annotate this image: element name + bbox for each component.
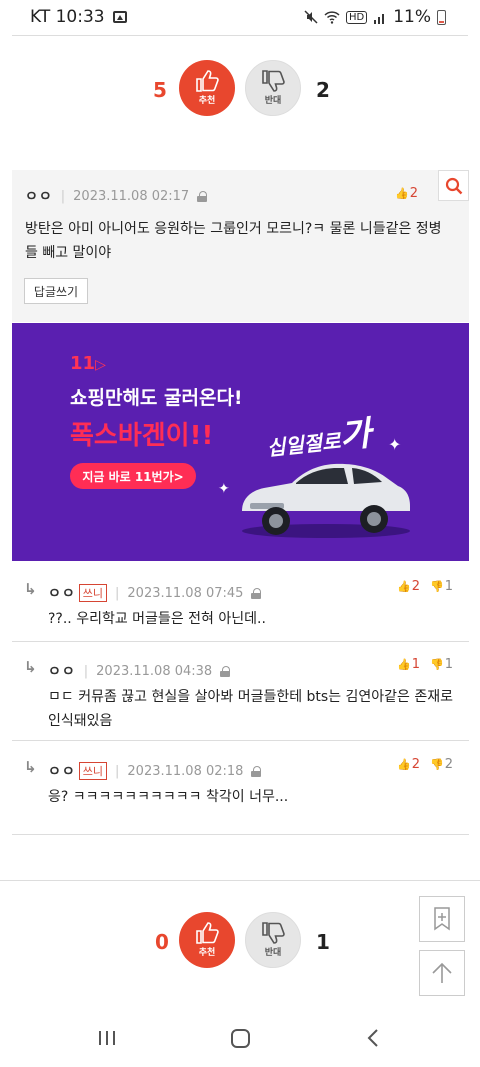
author-badge: 쓰니	[78, 762, 108, 780]
comment-up-count: 2	[409, 186, 418, 201]
reply-timestamp: 2023.11.08 04:38	[96, 663, 213, 679]
reply-text: 응? ㅋㅋㅋㅋㅋㅋㅋㅋㅋㅋ 착각이 너무...	[48, 789, 289, 805]
signal-icon	[374, 13, 385, 24]
battery-icon	[437, 9, 446, 25]
status-bar: KT 10:33 HD 11%	[0, 0, 480, 34]
system-nav-bar	[0, 1010, 480, 1067]
recommend-label: 추천	[198, 96, 216, 106]
reply-text: ??.. 우리학교 머글들은 전혀 아닌데..	[48, 611, 266, 627]
reply-timestamp: 2023.11.08 07:45	[127, 585, 244, 601]
reply-divider	[12, 641, 469, 642]
lock-icon	[251, 587, 262, 599]
thumbs-up-small-icon: 👍	[395, 187, 409, 200]
oppose-count: 1	[316, 930, 330, 954]
arrow-up-icon	[432, 962, 452, 983]
reply-item: ↳ ㅇㅇ 쓰니 | 2023.11.08 07:45 👍2 👎1 ??.. 우리…	[12, 575, 469, 641]
reply-arrow-icon: ↳	[24, 658, 37, 676]
thumbs-down-icon	[262, 922, 285, 944]
oppose-count: 2	[316, 78, 330, 102]
reply-nickname[interactable]: ㅇㅇ	[48, 583, 76, 603]
search-icon	[445, 177, 462, 194]
reply-text: ㅁㄷ 커뮤좀 끊고 현실을 살아봐 머글들한테 bts는 김연아같은 존재로 인…	[48, 689, 454, 729]
ad-logo: 11▷	[70, 353, 106, 374]
thumbs-up-icon	[196, 70, 219, 92]
thumbs-up-small-icon: 👍	[397, 580, 411, 593]
reply-divider	[12, 834, 469, 835]
reply-dislike-button[interactable]: 👎1	[430, 579, 453, 594]
comment-likes: 👍2	[395, 186, 418, 201]
reply-divider	[12, 740, 469, 741]
reply-like-button[interactable]: 👍2	[397, 757, 420, 772]
reply-item: ↳ ㅇㅇ 쓰니 | 2023.11.08 02:18 👍2 👎2 응? ㅋㅋㅋㅋ…	[12, 753, 469, 823]
recommend-button[interactable]: 추천	[179, 60, 235, 116]
oppose-button[interactable]: 반대	[245, 912, 301, 968]
bookmark-add-icon	[434, 907, 450, 931]
top-vote: 5 추천 반대 2	[0, 58, 480, 118]
search-button[interactable]	[438, 170, 469, 201]
top-divider	[12, 35, 468, 36]
sparkle-icon: ✦	[218, 481, 230, 497]
lock-icon	[251, 765, 262, 777]
bookmark-button[interactable]	[419, 896, 465, 942]
reply-arrow-icon: ↳	[24, 758, 37, 776]
comment-timestamp: 2023.11.08 02:17	[73, 188, 190, 204]
reply-like-button[interactable]: 👍1	[397, 657, 420, 672]
recommend-count: 0	[155, 930, 169, 954]
thumbs-down-icon	[262, 70, 285, 92]
reply-dislike-button[interactable]: 👎2	[430, 757, 453, 772]
reply-dislike-button[interactable]: 👎1	[430, 657, 453, 672]
bottom-vote: 0 추천 반대 1	[0, 910, 480, 970]
ad-brand: 폭스바겐이!!	[70, 421, 214, 451]
gallery-notification-icon	[112, 11, 127, 23]
recommend-label: 추천	[198, 948, 216, 958]
ad-cta-button[interactable]: 지금 바로 11번가>	[70, 463, 196, 489]
reply-item: ↳ ㅇㅇ | 2023.11.08 04:38 👍1 👎1 ㅁㄷ 커뮤좀 끊고 …	[12, 653, 469, 739]
ad-banner[interactable]: 11▷ 쇼핑만해도 굴러온다! 폭스바겐이!! 지금 바로 11번가> 십일절로…	[12, 323, 469, 561]
oppose-button[interactable]: 반대	[245, 60, 301, 116]
ad-headline: 쇼핑만해도 굴러온다!	[70, 387, 243, 409]
battery-percent: 11%	[393, 7, 431, 27]
thumbs-up-small-icon: 👍	[397, 658, 411, 671]
recommend-button[interactable]: 추천	[179, 912, 235, 968]
back-icon[interactable]	[366, 1028, 380, 1048]
thumbs-up-small-icon: 👍	[397, 758, 411, 771]
hd-voice-icon: HD	[345, 10, 368, 24]
thumbs-down-small-icon: 👎	[429, 658, 444, 671]
best-comment: ㅇㅇ | 2023.11.08 02:17 👍2 방탄은 아미 아니어도 응원하…	[12, 170, 469, 322]
sparkle-icon: ✦	[388, 435, 402, 454]
reply-nickname[interactable]: ㅇㅇ	[48, 761, 76, 781]
oppose-label: 반대	[264, 96, 282, 106]
ad-car-image	[242, 463, 410, 538]
comment-nickname[interactable]: ㅇㅇ	[25, 186, 53, 206]
carrier-time: KT 10:33	[30, 7, 105, 27]
mute-icon	[304, 10, 318, 24]
oppose-label: 반대	[264, 948, 282, 958]
reply-timestamp: 2023.11.08 02:18	[127, 763, 244, 779]
scroll-top-button[interactable]	[419, 950, 465, 996]
recent-apps-icon[interactable]	[97, 1028, 117, 1048]
lock-icon	[197, 190, 208, 202]
thumbs-up-icon	[196, 922, 219, 944]
thumbs-down-small-icon: 👎	[429, 758, 444, 771]
recommend-count: 5	[153, 78, 167, 102]
thumbs-down-small-icon: 👎	[429, 580, 444, 593]
comment-text: 방탄은 아미 아니어도 응원하는 그룹인거 모르니?ㅋ 물론 니들같은 정병들 …	[25, 221, 442, 261]
author-badge: 쓰니	[78, 584, 108, 602]
wifi-icon	[324, 11, 340, 24]
home-icon[interactable]	[230, 1028, 251, 1049]
write-reply-button[interactable]: 답글쓰기	[24, 278, 88, 304]
reply-nickname[interactable]: ㅇㅇ	[48, 661, 76, 681]
reply-like-button[interactable]: 👍2	[397, 579, 420, 594]
lock-icon	[220, 665, 231, 677]
section-divider	[0, 880, 480, 881]
reply-arrow-icon: ↳	[24, 580, 37, 598]
